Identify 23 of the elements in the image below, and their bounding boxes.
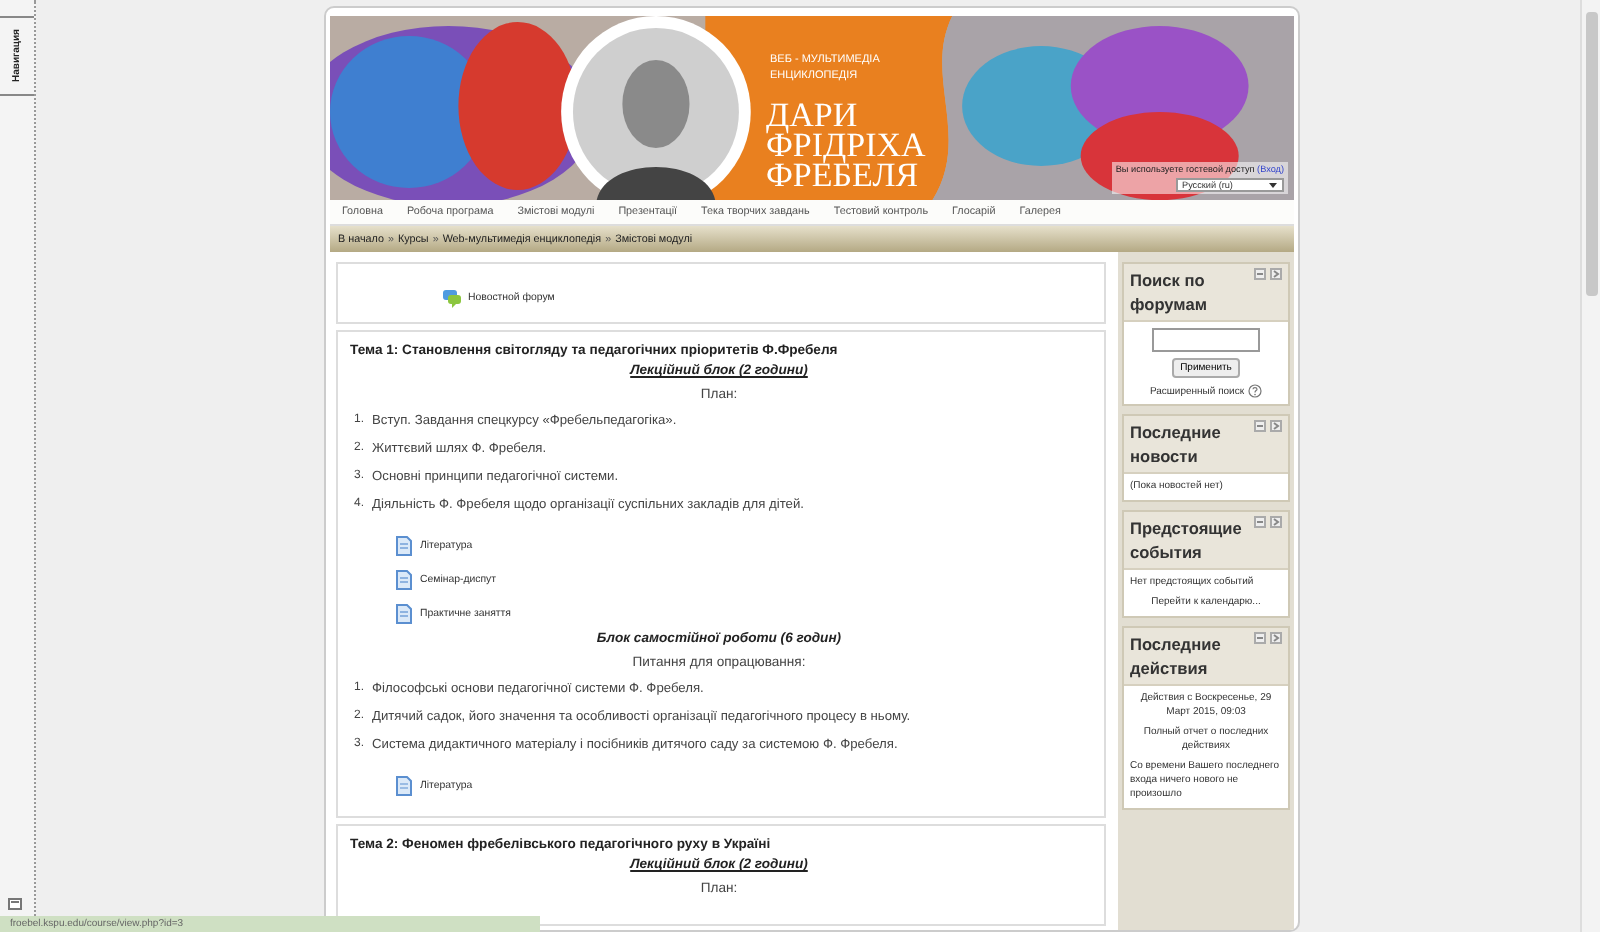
collapse-icon[interactable] (1254, 516, 1266, 528)
dock-icon[interactable] (1270, 420, 1282, 432)
scrollbar[interactable] (1580, 0, 1600, 932)
collapse-icon[interactable] (1254, 632, 1266, 644)
help-icon[interactable] (1248, 384, 1263, 398)
collapse-icon[interactable] (1254, 420, 1266, 432)
dock-icon[interactable] (1270, 516, 1282, 528)
site-title: ДАРИ ФРІДРІХА ФРЕБЕЛЯ (766, 100, 926, 190)
dock-icon[interactable] (1270, 268, 1282, 280)
collapse-icon[interactable] (1254, 268, 1266, 280)
dock-icon[interactable] (1270, 632, 1282, 644)
caret-icon (1268, 180, 1278, 190)
document-icon (394, 536, 414, 556)
block-title: Последние новости (1130, 420, 1223, 468)
chat-icon (442, 288, 462, 308)
document-icon (394, 570, 414, 590)
block-title: Последние действия (1130, 632, 1223, 680)
pin-icon[interactable] (8, 898, 22, 910)
document-icon (394, 776, 414, 796)
document-icon (394, 604, 414, 624)
block-title: Поиск по форумам (1130, 268, 1209, 316)
block-title: Предстоящие события (1130, 516, 1244, 564)
search-field[interactable] (1152, 328, 1260, 352)
